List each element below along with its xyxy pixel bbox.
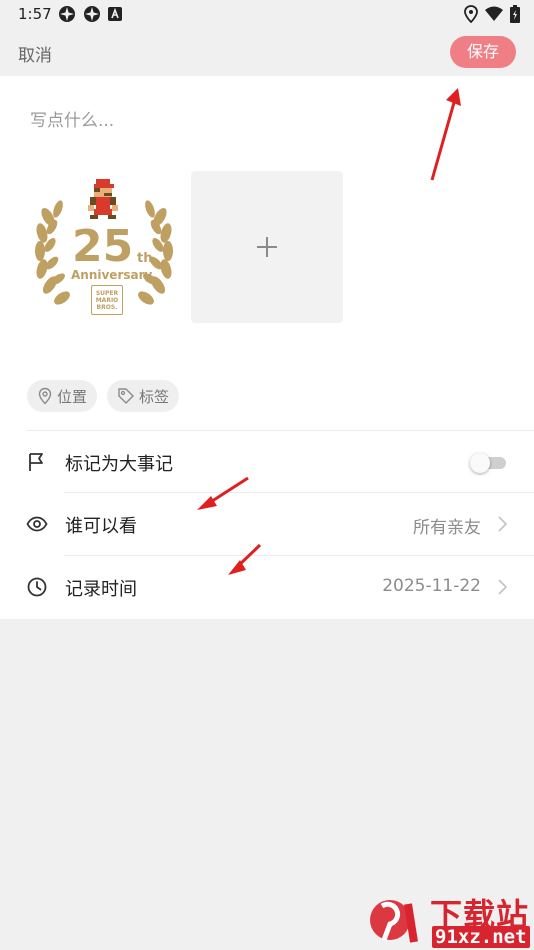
chevron-right-icon — [498, 516, 508, 532]
status-left-icons — [58, 5, 122, 23]
tags-chip[interactable]: 标签 — [107, 380, 180, 412]
milestone-toggle[interactable] — [470, 453, 506, 473]
emblem-number: 25 — [72, 221, 134, 272]
note-input[interactable] — [30, 108, 500, 134]
add-photo-button[interactable] — [191, 171, 343, 323]
app-icon — [59, 6, 75, 22]
battery-icon — [510, 5, 520, 23]
clock-icon — [27, 577, 47, 597]
emblem-caption: Anniversary — [71, 268, 153, 282]
app-icon — [84, 6, 100, 22]
record-time-value: 2025-11-22 — [382, 576, 481, 596]
milestone-label: 标记为大事记 — [65, 454, 173, 475]
emblem-badge-line: BROS. — [96, 303, 118, 311]
visibility-label: 谁可以看 — [65, 516, 137, 537]
eye-icon — [26, 516, 48, 532]
status-bar: 1:57 — [0, 0, 534, 28]
tag-icon — [118, 388, 134, 404]
post-editor-card: 25 th Anniversary SUPER MARIO BROS. 位置 标… — [0, 76, 534, 619]
top-bar: 取消 保存 — [0, 28, 534, 76]
visibility-value: 所有亲友 — [413, 518, 481, 538]
record-time-label: 记录时间 — [65, 579, 137, 600]
watermark-site: 91xz.net — [432, 926, 530, 948]
visibility-row[interactable]: 谁可以看 所有亲友 — [0, 493, 534, 555]
emblem-badge: SUPER MARIO BROS. — [91, 285, 123, 315]
toggle-knob — [470, 453, 490, 473]
milestone-row[interactable]: 标记为大事记 — [0, 431, 534, 493]
emblem-superscript: th — [137, 251, 153, 266]
cancel-button[interactable]: 取消 — [18, 41, 52, 66]
emblem-badge-line: MARIO — [95, 296, 119, 304]
photo-thumbnail[interactable]: 25 th Anniversary SUPER MARIO BROS. — [28, 171, 180, 323]
flag-icon — [29, 453, 43, 471]
chevron-right-icon — [498, 579, 508, 595]
status-time: 1:57 — [18, 5, 52, 23]
location-pin-icon — [38, 387, 52, 405]
tags-chip-label: 标签 — [139, 387, 170, 406]
plus-icon — [257, 237, 277, 257]
location-chip-label: 位置 — [57, 387, 88, 406]
status-right-icons — [464, 5, 520, 23]
emblem-badge-line: SUPER — [95, 289, 119, 297]
wifi-icon — [485, 6, 503, 21]
save-button[interactable]: 保存 — [450, 36, 516, 68]
location-pin-icon — [464, 5, 478, 23]
notification-a-icon — [108, 7, 122, 21]
location-chip[interactable]: 位置 — [27, 380, 98, 412]
record-time-row[interactable]: 记录时间 2025-11-22 — [0, 556, 534, 618]
